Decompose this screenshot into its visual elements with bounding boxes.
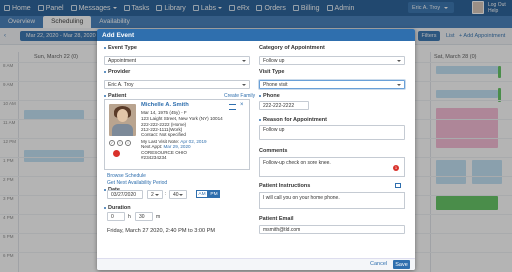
instructions-value: I will call you on your home phone. [263,195,340,201]
reason-value: Follow up [263,127,285,133]
menu-icon[interactable] [229,104,236,110]
next-appt-line: Next Appt: Mar 29, 2020 [141,144,191,149]
info-icon[interactable]: i [125,140,131,146]
provider-label-text: Provider [108,69,131,75]
required-dot [104,206,106,209]
required-dot [104,46,106,49]
instructions-textarea[interactable]: I will call you on your home phone. [259,192,405,209]
category-value: Follow up [263,58,285,64]
patient-name[interactable]: Michelle A. Smith [141,102,189,108]
am-toggle[interactable]: AM [196,190,208,198]
next-appt-label: Next Appt: [141,144,163,149]
get-next-availability-link[interactable]: Get Next Availability Period [107,180,167,186]
event-type-label: Event Type [104,45,137,51]
event-type-value: Appointment [108,58,137,64]
required-dot [104,188,106,191]
minute-select[interactable]: 40 [169,190,187,199]
stop-icon [113,150,120,157]
next-appt-date[interactable]: Mar 29, 2020 [163,144,190,149]
duration-label: Duration [104,205,131,211]
date-input[interactable]: 03/27/2020 [107,190,143,199]
dialog-footer: Cancel Save [97,258,415,270]
patient-photo [109,104,136,136]
comments-textarea[interactable]: Follow-up check on sore knee. [259,157,405,177]
instructions-label: Patient Instructions [259,183,311,189]
patient-address: 123 Laight Street, New York (NY) 10014 [141,116,223,121]
alert-icon[interactable]: ! [117,140,123,146]
duration-minutes-value: 30 [139,214,145,220]
phone-input[interactable]: 222-222-2222 [259,101,309,110]
minutes-unit: m [156,214,161,220]
visit-type-select[interactable]: Phone visit [259,80,405,89]
add-event-dialog: Add Event Event Type Appointment Provide… [97,29,415,270]
hours-unit: h [128,214,131,220]
event-type-label-text: Event Type [108,45,137,51]
spellcheck-badge[interactable]: 1 [393,165,399,171]
patient-contact: Contact: Not specified [141,132,186,137]
dialog-title: Add Event [97,29,415,41]
phone-label-text: Phone [263,93,280,99]
category-label: Category of Appointment [259,45,325,51]
required-dot [104,94,106,97]
required-dot [259,118,261,121]
browse-schedule-link[interactable]: Browse Schedule [107,173,146,179]
duration-minutes-input[interactable]: 30 [135,212,153,221]
close-icon[interactable]: × [240,102,244,108]
duration-hours-input[interactable]: 0 [107,212,125,221]
comments-value: Follow-up check on sore knee. [263,160,331,166]
visit-type-label: Visit Type [259,69,285,75]
event-type-select[interactable]: Appointment [104,56,250,65]
reason-label-text: Reason for Appointment [263,117,327,123]
event-summary: Friday, March 27 2020, 2:40 PM to 3:00 P… [107,228,216,234]
email-label: Patient Email [259,216,294,222]
phone-value: 222-222-2222 [263,103,295,109]
reason-input[interactable]: Follow up [259,125,405,140]
minute-value: 40 [173,192,179,198]
pm-toggle[interactable]: PM [208,190,220,198]
cancel-button[interactable]: Cancel [370,261,387,267]
time-separator: : [165,191,167,197]
duration-label-text: Duration [108,205,131,211]
email-input[interactable]: msmith@tld.com [259,225,405,234]
policy-number: #234234234 [141,155,167,160]
hour-value: 2 [151,192,154,198]
flag-icon[interactable]: ✓ [109,140,115,146]
provider-select[interactable]: Eric A. Troy [104,80,250,89]
required-dot [104,70,106,73]
visit-type-value: Phone visit [263,82,288,88]
provider-label: Provider [104,69,130,75]
template-icon[interactable] [395,183,401,188]
save-button[interactable]: Save [393,260,410,269]
provider-value: Eric A. Troy [108,82,134,88]
comments-label: Comments [259,148,288,154]
patient-dob: Mar 14, 1975 (45y) - F [141,110,187,115]
reason-label: Reason for Appointment [259,117,327,123]
required-dot [259,94,261,97]
email-value: msmith@tld.com [263,227,301,233]
date-value: 03/27/2020 [111,192,137,198]
duration-hours-value: 0 [111,214,114,220]
patient-card: Michelle A. Smith Mar 14, 1975 (45y) - F… [104,99,250,170]
hour-select[interactable]: 2 [147,190,163,199]
category-select[interactable]: Follow up [259,56,405,65]
phone-label: Phone [259,93,280,99]
